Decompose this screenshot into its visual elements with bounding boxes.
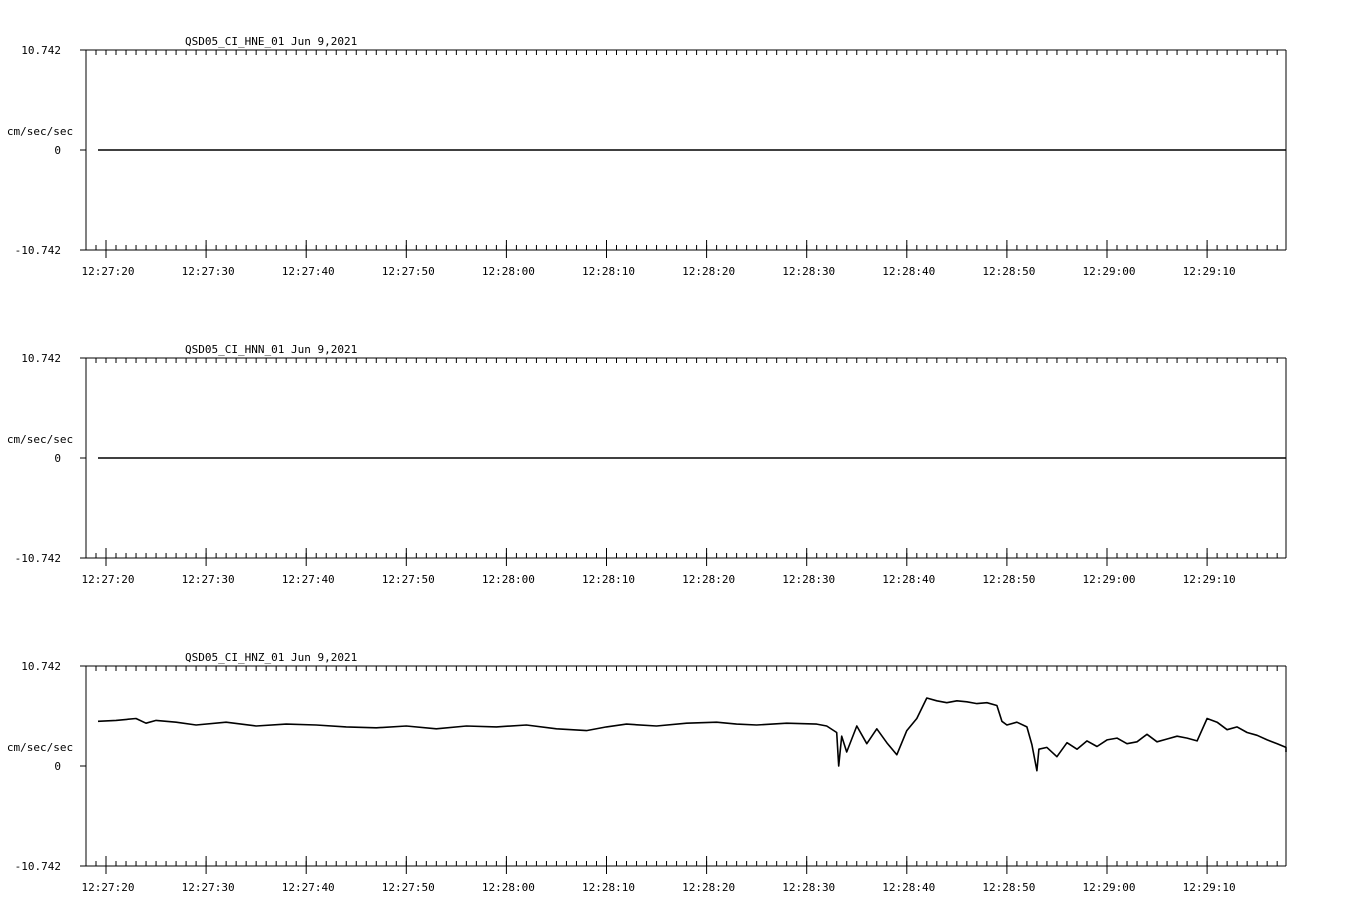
y-tick-label: -10.742 xyxy=(15,244,61,257)
y-tick-label: 10.742 xyxy=(21,44,61,57)
x-tick-label: 12:27:20 xyxy=(82,265,135,278)
y-tick-label: 0 xyxy=(54,144,61,157)
x-tick-label: 12:27:40 xyxy=(282,265,335,278)
x-tick-label: 12:28:20 xyxy=(682,573,735,586)
x-tick-label: 12:29:00 xyxy=(1083,573,1136,586)
seismogram-panel: 12:27:20 12:27:30 12:27:40 12:27:50 12:28:00… xyxy=(7,35,1287,278)
x-tick-label: 12:28:30 xyxy=(782,573,835,586)
x-tick-label: 12:27:50 xyxy=(382,265,435,278)
panel-title: QSD05_CI_HNE_01 Jun 9,2021 xyxy=(185,35,357,48)
x-tick-label: 12:28:40 xyxy=(882,265,935,278)
x-tick-label: 12:28:10 xyxy=(582,573,635,586)
y-tick-label: 0 xyxy=(54,452,61,465)
x-tick-label: 12:29:00 xyxy=(1083,265,1136,278)
panel-title: QSD05_CI_HNN_01 Jun 9,2021 xyxy=(185,343,357,356)
y-tick-label: 0 xyxy=(54,760,61,773)
x-tick-label: 12:28:00 xyxy=(482,881,535,894)
y-tick-label: 10.742 xyxy=(21,352,61,365)
x-tick-label: 12:29:10 xyxy=(1183,265,1236,278)
y-tick-label: 10.742 xyxy=(21,660,61,673)
x-tick-label: 12:27:40 xyxy=(282,573,335,586)
x-tick-label: 12:28:50 xyxy=(982,573,1035,586)
seismogram-panel: 12:27:20 12:27:30 12:27:40 12:27:50 12:28:00… xyxy=(7,651,1287,894)
x-tick-label: 12:28:00 xyxy=(482,573,535,586)
x-tick-label: 12:28:30 xyxy=(782,881,835,894)
x-tick-label: 12:27:30 xyxy=(182,573,235,586)
x-tick-label: 12:28:20 xyxy=(682,881,735,894)
x-tick-label: 12:27:50 xyxy=(382,881,435,894)
x-tick-label: 12:27:30 xyxy=(182,881,235,894)
x-tick-label: 12:28:00 xyxy=(482,265,535,278)
x-tick-label: 12:28:40 xyxy=(882,881,935,894)
y-tick-label: -10.742 xyxy=(15,860,61,873)
x-tick-label: 12:28:50 xyxy=(982,881,1035,894)
seismogram-panel: 12:27:20 12:27:30 12:27:40 12:27:50 12:28:00… xyxy=(7,343,1287,586)
x-tick-label: 12:28:20 xyxy=(682,265,735,278)
waveform-trace xyxy=(97,697,1287,772)
x-tick-label: 12:28:40 xyxy=(882,573,935,586)
seismogram-plots: 12:27:20 12:27:30 12:27:40 12:27:50 12:28:00… xyxy=(7,35,1287,894)
x-tick-label: 12:28:30 xyxy=(782,265,835,278)
y-tick-label: -10.742 xyxy=(15,552,61,565)
y-axis-label: cm/sec/sec xyxy=(7,433,73,446)
x-tick-label: 12:27:20 xyxy=(82,573,135,586)
x-tick-label: 12:27:40 xyxy=(282,881,335,894)
y-axis-label: cm/sec/sec xyxy=(7,125,73,138)
x-tick-label: 12:27:20 xyxy=(82,881,135,894)
panel-title: QSD05_CI_HNZ_01 Jun 9,2021 xyxy=(185,651,357,664)
x-tick-label: 12:28:50 xyxy=(982,265,1035,278)
x-tick-label: 12:29:00 xyxy=(1083,881,1136,894)
x-tick-label: 12:27:50 xyxy=(382,573,435,586)
x-tick-label: 12:29:10 xyxy=(1183,881,1236,894)
x-tick-label: 12:27:30 xyxy=(182,265,235,278)
x-tick-label: 12:29:10 xyxy=(1183,573,1236,586)
x-tick-label: 12:28:10 xyxy=(582,265,635,278)
y-axis-label: cm/sec/sec xyxy=(7,741,73,754)
x-tick-label: 12:28:10 xyxy=(582,881,635,894)
